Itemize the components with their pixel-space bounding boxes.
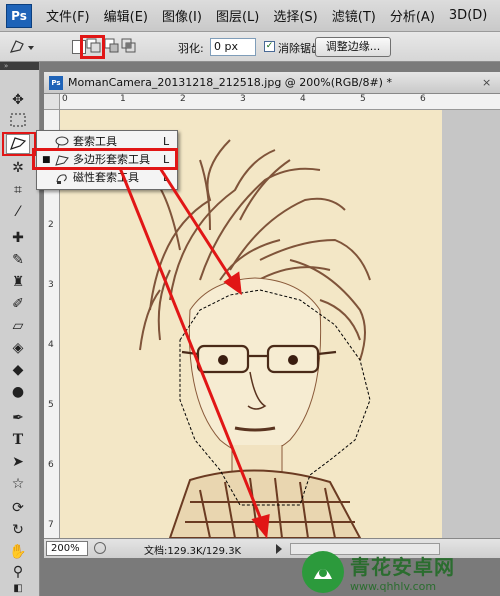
- intersect-selection-icon[interactable]: [121, 38, 137, 57]
- zoom-field[interactable]: 200%: [46, 541, 88, 556]
- 3d-rotate-tool-icon[interactable]: ⟳: [6, 498, 30, 518]
- tools-panel: » ✥ ✲ ⌗ ⁄ ✚ ✎ ♜ ✐ ▱ ◈ ◆ ● ✒ T ➤ ☆ ⟳ ↻ ✋ …: [0, 62, 40, 596]
- lasso-icon: [55, 136, 69, 148]
- color-swatches-icon[interactable]: ◧: [6, 578, 30, 596]
- ruler-top-tick: 5: [360, 94, 366, 104]
- ruler-corner: [44, 94, 60, 110]
- brush-tool-icon[interactable]: ✎: [6, 250, 30, 270]
- shape-tool-icon[interactable]: ☆: [6, 474, 30, 494]
- document-ps-icon: Ps: [49, 76, 63, 90]
- ruler-left-tick: 3: [48, 280, 54, 290]
- menu-image[interactable]: 图像(I): [162, 6, 202, 25]
- panel-grip[interactable]: »: [0, 62, 39, 70]
- menu-file[interactable]: 文件(F): [46, 6, 90, 25]
- crop-tool-icon[interactable]: ⌗: [6, 180, 30, 200]
- path-selection-tool-icon[interactable]: ➤: [6, 452, 30, 472]
- document-title: MomanCamera_20131218_212518.jpg @ 200%(R…: [68, 76, 392, 89]
- ruler-left-tick: 5: [48, 400, 54, 410]
- menu-edit[interactable]: 编辑(E): [104, 6, 148, 25]
- ruler-left-tick: 7: [48, 520, 54, 530]
- eyedropper-tool-icon[interactable]: ⁄: [6, 202, 30, 222]
- menu-select[interactable]: 选择(S): [273, 6, 317, 25]
- tool-preset-icon[interactable]: [8, 38, 36, 59]
- document-tab[interactable]: Ps MomanCamera_20131218_212518.jpg @ 200…: [44, 72, 500, 94]
- blur-tool-icon[interactable]: ◆: [6, 360, 30, 380]
- type-tool-icon[interactable]: T: [6, 430, 30, 450]
- ruler-top-tick: 0: [62, 94, 68, 104]
- ruler-left-tick: 4: [48, 340, 54, 350]
- watermark-logo-icon: [302, 551, 344, 593]
- watermark-name: 青花安卓网: [350, 555, 455, 579]
- flyout-label: 磁性套索工具: [73, 171, 139, 184]
- menu-3d[interactable]: 3D(D): [449, 8, 487, 23]
- feather-input[interactable]: 0 px: [210, 38, 256, 56]
- refine-edge-button[interactable]: 调整边缘...: [315, 37, 391, 57]
- status-arrow-icon[interactable]: [276, 544, 282, 554]
- watermark-url: www.qhhlv.com: [350, 580, 437, 593]
- marquee-tool-icon[interactable]: [6, 110, 30, 130]
- selection-mode-highlight: [80, 35, 105, 59]
- canvas-pasteboard: [442, 110, 500, 538]
- antialias-checkbox[interactable]: ✓: [264, 41, 275, 52]
- hand-tool-icon[interactable]: ✋: [6, 542, 30, 562]
- magnetic-lasso-icon: [56, 174, 67, 184]
- clone-stamp-tool-icon[interactable]: ♜: [6, 272, 30, 292]
- flyout-item-magnetic-lasso[interactable]: 磁性套索工具 L: [37, 169, 177, 187]
- photoshop-logo: Ps: [6, 3, 32, 28]
- tool-highlight: [2, 132, 36, 156]
- feather-label: 羽化:: [178, 42, 204, 55]
- close-icon[interactable]: ×: [482, 76, 491, 89]
- ruler-top-tick: 2: [180, 94, 186, 104]
- eraser-tool-icon[interactable]: ▱: [6, 316, 30, 336]
- site-watermark: 青花安卓网 www.qhhlv.com: [302, 548, 500, 596]
- menu-bar: Ps 文件(F) 编辑(E) 图像(I) 图层(L) 选择(S) 滤镜(T) 分…: [0, 0, 500, 32]
- paint-bucket-tool-icon[interactable]: ◈: [6, 338, 30, 358]
- ruler-left-tick: 6: [48, 460, 54, 470]
- menu-layer[interactable]: 图层(L): [216, 6, 259, 25]
- 3d-orbit-tool-icon[interactable]: ↻: [6, 520, 30, 540]
- pen-tool-icon[interactable]: ✒: [6, 408, 30, 428]
- document-info: 文档:129.3K/129.3K: [144, 546, 242, 557]
- ruler-top-tick: 4: [300, 94, 306, 104]
- ruler-top-tick: 6: [420, 94, 426, 104]
- menu-analysis[interactable]: 分析(A): [390, 6, 435, 25]
- healing-brush-tool-icon[interactable]: ✚: [6, 228, 30, 248]
- flyout-shortcut: L: [163, 171, 170, 184]
- move-tool-icon[interactable]: ✥: [6, 90, 30, 110]
- dodge-tool-icon[interactable]: ●: [6, 382, 30, 402]
- options-bar: 羽化: 0 px ✓ 消除锯齿 调整边缘...: [0, 32, 500, 62]
- ruler-left-tick: 2: [48, 220, 54, 230]
- polygonal-lasso-highlight: [32, 148, 178, 170]
- magic-wand-tool-icon[interactable]: ✲: [6, 158, 30, 178]
- ruler-top-tick: 1: [120, 94, 126, 104]
- menu-filter[interactable]: 滤镜(T): [332, 6, 376, 25]
- status-menu-icon[interactable]: [94, 542, 106, 554]
- history-brush-tool-icon[interactable]: ✐: [6, 294, 30, 314]
- subtract-selection-icon[interactable]: [104, 38, 120, 57]
- ruler-top-tick: 3: [240, 94, 246, 104]
- ruler-top: 0 1 2 3 4 5 6: [60, 94, 500, 110]
